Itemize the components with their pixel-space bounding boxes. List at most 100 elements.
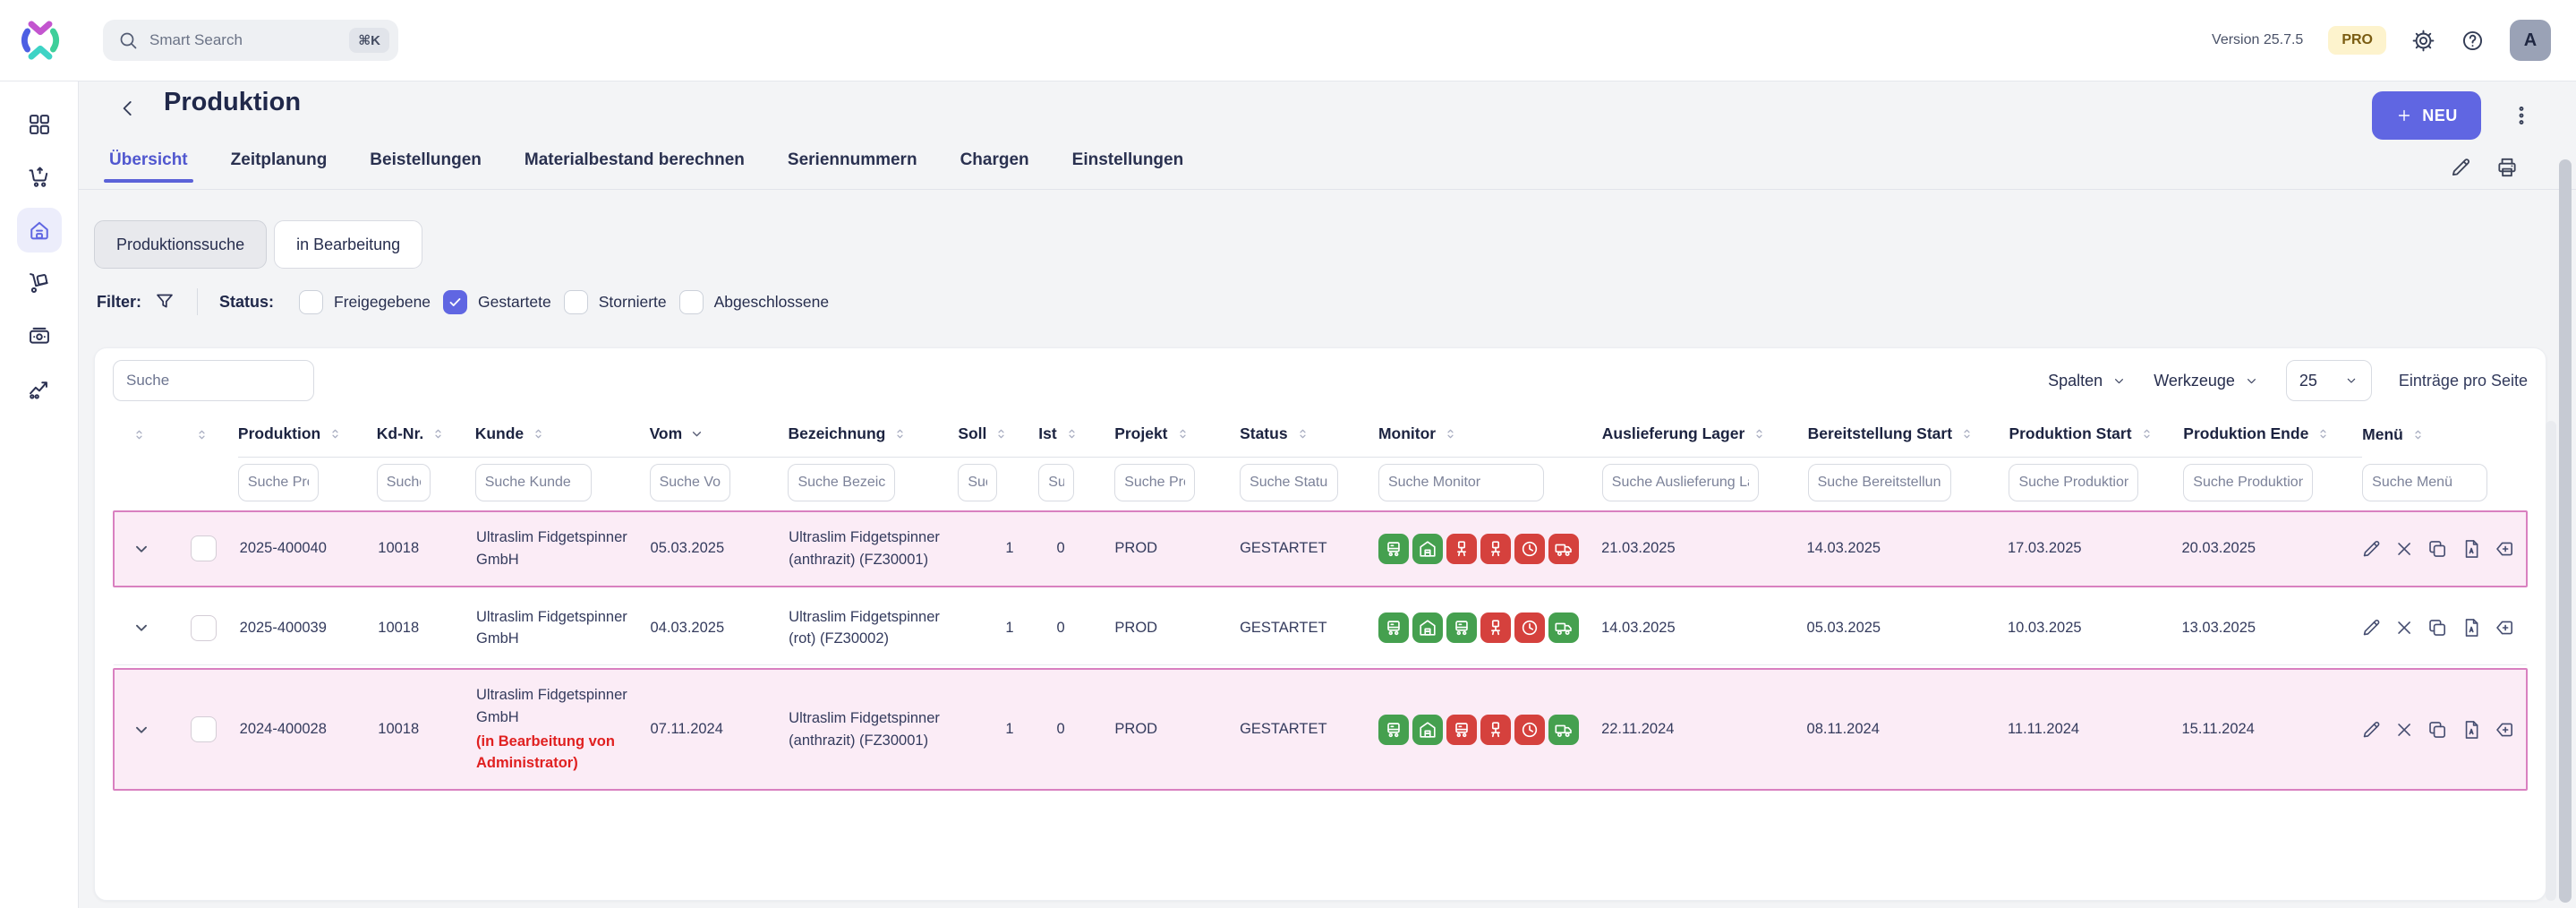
smart-search[interactable]: Smart Search ⌘K [103, 20, 398, 61]
status-checkbox-freigegebene[interactable]: Freigegebene [299, 290, 431, 314]
filter-menu-input[interactable] [2362, 464, 2487, 501]
sort-icon[interactable] [1175, 426, 1190, 441]
chevron-down-icon[interactable] [689, 426, 704, 441]
filter-bereitstellung-input[interactable] [1808, 464, 1951, 501]
page-scrollbar[interactable] [2559, 159, 2572, 903]
sort-icon[interactable] [328, 426, 343, 441]
row-delete-button[interactable] [2393, 718, 2415, 741]
sort-icon[interactable] [531, 426, 546, 441]
table-row-highlighted[interactable]: 2024-40002810018Ultraslim Fidgetspinner … [113, 668, 2528, 791]
monitor-badge-green[interactable] [1412, 715, 1443, 745]
filter-bezeichnung-input[interactable] [788, 464, 895, 501]
page-size-select[interactable]: 25 [2286, 360, 2372, 401]
filter-soll-input[interactable] [958, 464, 997, 501]
monitor-badge-red[interactable] [1480, 715, 1511, 745]
row-expand-icon[interactable] [132, 539, 151, 559]
funnel-icon[interactable] [154, 291, 175, 313]
in-bearbeitung-button[interactable]: in Bearbeitung [274, 220, 422, 269]
tab-seriennummern[interactable]: Seriennummern [782, 147, 923, 183]
monitor-badge-green[interactable] [1548, 715, 1579, 745]
sidebar-item-statistics[interactable] [17, 366, 62, 411]
monitor-badge-green[interactable] [1378, 534, 1409, 564]
filter-ist-input[interactable] [1038, 464, 1074, 501]
filter-prod_ende-input[interactable] [2183, 464, 2313, 501]
help-icon[interactable] [2461, 29, 2485, 53]
tab-einstellungen[interactable]: Einstellungen [1067, 147, 1190, 183]
table-row[interactable]: 2025-40003910018Ultraslim Fidgetspinner … [113, 590, 2528, 666]
row-pdf-button[interactable] [2461, 616, 2482, 639]
sort-icon[interactable] [1443, 426, 1458, 441]
settings-gear-icon[interactable] [2411, 29, 2435, 53]
sort-icon[interactable] [2316, 426, 2331, 441]
monitor-badge-green[interactable] [1378, 612, 1409, 643]
monitor-badge-red[interactable] [1514, 534, 1545, 564]
app-logo[interactable] [18, 18, 63, 63]
filter-monitor-input[interactable] [1378, 464, 1544, 501]
row-delete-button[interactable] [2393, 537, 2415, 561]
table-search-input[interactable] [113, 360, 314, 401]
monitor-badge-red[interactable] [1446, 534, 1477, 564]
filter-prod_start-input[interactable] [2009, 464, 2138, 501]
sort-icon[interactable] [194, 427, 209, 442]
table-scrollbar[interactable] [2546, 421, 2556, 901]
monitor-badge-green[interactable] [1548, 612, 1579, 643]
sidebar-item-sales[interactable] [17, 155, 62, 200]
row-pdf-button[interactable] [2461, 537, 2482, 561]
sidebar-item-production[interactable] [17, 208, 62, 253]
checkbox-unchecked[interactable] [679, 290, 704, 314]
sort-icon[interactable] [2139, 426, 2154, 441]
produktionssuche-button[interactable]: Produktionssuche [94, 220, 267, 269]
row-add-button[interactable] [2494, 616, 2515, 639]
back-chevron-icon[interactable] [116, 97, 140, 120]
sort-icon[interactable] [1959, 426, 1975, 441]
row-edit-button[interactable] [2360, 537, 2382, 561]
monitor-badge-red[interactable] [1480, 534, 1511, 564]
sidebar-item-logistics[interactable] [17, 261, 62, 305]
monitor-badge-green[interactable] [1446, 612, 1477, 643]
sort-icon[interactable] [431, 426, 446, 441]
sort-icon[interactable] [1064, 426, 1079, 441]
checkbox-checked[interactable] [443, 290, 467, 314]
tools-dropdown[interactable]: Werkzeuge [2154, 372, 2259, 390]
sort-icon[interactable] [2410, 427, 2426, 442]
status-checkbox-stornierte[interactable]: Stornierte [564, 290, 667, 314]
user-avatar[interactable]: A [2510, 20, 2551, 61]
monitor-badge-red[interactable] [1548, 534, 1579, 564]
neu-button[interactable]: NEU [2372, 91, 2481, 140]
sort-icon[interactable] [994, 426, 1009, 441]
monitor-badge-red[interactable] [1514, 715, 1545, 745]
row-copy-button[interactable] [2427, 537, 2448, 561]
row-add-button[interactable] [2494, 537, 2515, 561]
monitor-badge-green[interactable] [1412, 612, 1443, 643]
status-checkbox-gestartete[interactable]: Gestartete [443, 290, 551, 314]
row-checkbox[interactable] [191, 535, 217, 561]
tab-materialbestand-berechnen[interactable]: Materialbestand berechnen [519, 147, 750, 183]
row-copy-button[interactable] [2427, 718, 2448, 741]
filter-status-input[interactable] [1240, 464, 1338, 501]
monitor-badge-green[interactable] [1412, 534, 1443, 564]
row-copy-button[interactable] [2427, 616, 2448, 639]
more-menu-icon[interactable] [2510, 102, 2533, 129]
tab-zeitplanung[interactable]: Zeitplanung [226, 147, 333, 183]
row-pdf-button[interactable] [2461, 718, 2482, 741]
row-checkbox[interactable] [191, 615, 217, 641]
row-edit-button[interactable] [2360, 718, 2382, 741]
sort-icon[interactable] [1752, 426, 1767, 441]
sort-icon[interactable] [1295, 426, 1310, 441]
filter-auslieferung-input[interactable] [1602, 464, 1759, 501]
filter-vom-input[interactable] [650, 464, 730, 501]
sidebar-item-finance[interactable] [17, 313, 62, 358]
monitor-badge-red[interactable] [1446, 715, 1477, 745]
tab-chargen[interactable]: Chargen [955, 147, 1035, 183]
row-add-button[interactable] [2494, 718, 2515, 741]
filter-kunde-input[interactable] [475, 464, 592, 501]
status-checkbox-abgeschlossene[interactable]: Abgeschlossene [679, 290, 829, 314]
columns-dropdown[interactable]: Spalten [2048, 372, 2127, 390]
table-row-highlighted[interactable]: 2025-40004010018Ultraslim Fidgetspinner … [113, 510, 2528, 587]
filter-projekt-input[interactable] [1114, 464, 1195, 501]
monitor-badge-red[interactable] [1514, 612, 1545, 643]
sort-icon[interactable] [892, 426, 908, 441]
print-icon[interactable] [2495, 156, 2519, 179]
edit-view-icon[interactable] [2449, 156, 2472, 179]
row-checkbox[interactable] [191, 716, 217, 742]
